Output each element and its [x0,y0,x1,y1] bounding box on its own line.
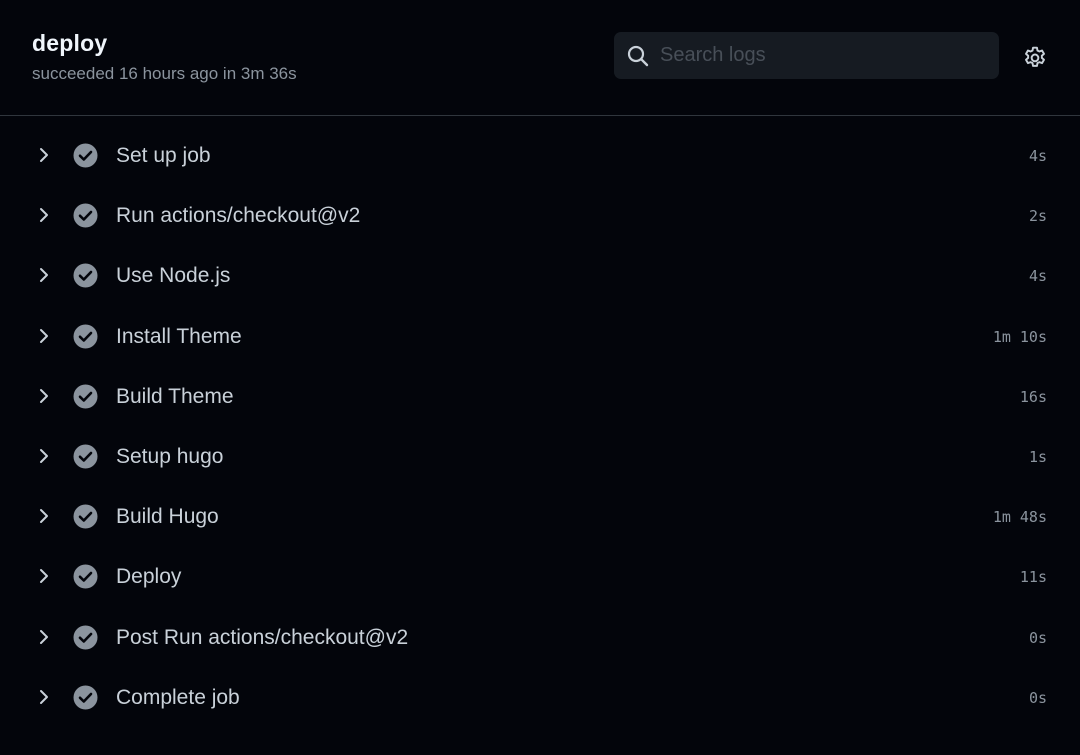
step-row[interactable]: Post Run actions/checkout@v2 0s [0,609,1080,669]
step-name: Setup hugo [116,444,224,468]
step-name: Complete job [116,685,240,709]
step-duration: 1m 10s [992,327,1047,346]
step-name: Deploy [116,565,182,589]
step-name: Post Run actions/checkout@v2 [116,625,409,649]
chevron-right-icon[interactable] [36,447,52,465]
job-steps-list: Set up job 4s Run actions/checkout@v2 2s Use… [0,127,1080,729]
gear-icon[interactable] [1022,45,1048,71]
check-circle-icon [73,444,98,469]
check-circle-icon [73,685,98,710]
step-row[interactable]: Setup hugo 1s [0,428,1080,488]
chevron-right-icon[interactable] [36,567,52,585]
step-row[interactable]: Build Hugo 1m 48s [0,488,1080,548]
step-duration: 2s [1028,207,1047,226]
check-circle-icon [73,625,98,649]
check-circle-icon [73,504,98,529]
chevron-right-icon[interactable] [36,688,52,706]
check-circle-icon [73,564,98,589]
chevron-right-icon[interactable] [36,387,52,405]
chevron-right-icon[interactable] [36,628,52,646]
step-name: Set up job [116,144,211,167]
step-name: Build Theme [116,384,234,408]
chevron-right-icon[interactable] [36,206,52,224]
step-row[interactable]: Complete job 0s [0,669,1080,729]
step-duration: 1s [1028,447,1047,466]
step-name: Run actions/checkout@v2 [116,204,361,228]
job-title: deploy [32,30,108,56]
step-name: Build Hugo [116,505,219,529]
chevron-right-icon[interactable] [36,266,52,284]
step-row[interactable]: Build Theme 16s [0,368,1080,428]
step-row[interactable]: Install Theme 1m 10s [0,308,1080,368]
step-row[interactable]: Deploy 11s [0,548,1080,608]
step-duration: 0s [1028,688,1047,707]
search-logs-box[interactable] [614,32,999,79]
step-name: Install Theme [116,324,242,348]
search-logs-input[interactable] [660,40,990,70]
step-row[interactable]: Run actions/checkout@v2 2s [0,187,1080,247]
step-duration: 0s [1028,628,1047,647]
check-circle-icon [73,384,98,409]
step-duration: 16s [1019,387,1047,406]
step-duration: 4s [1028,147,1047,165]
check-circle-icon [73,263,98,288]
step-row[interactable]: Set up job 4s [0,127,1080,187]
search-icon [627,45,649,67]
step-name: Use Node.js [116,264,231,288]
step-duration: 1m 48s [992,508,1047,527]
step-duration: 11s [1019,568,1047,587]
job-header: deploy succeeded 16 hours ago in 3m 36s [0,0,1080,116]
job-status-text: succeeded 16 hours ago in 3m 36s [32,64,297,83]
check-circle-icon [73,324,98,349]
check-circle-icon [73,203,98,228]
chevron-right-icon[interactable] [36,146,52,164]
step-duration: 4s [1028,267,1047,286]
chevron-right-icon[interactable] [36,507,52,525]
chevron-right-icon[interactable] [36,327,52,345]
check-circle-icon [73,143,98,168]
step-row[interactable]: Use Node.js 4s [0,247,1080,307]
